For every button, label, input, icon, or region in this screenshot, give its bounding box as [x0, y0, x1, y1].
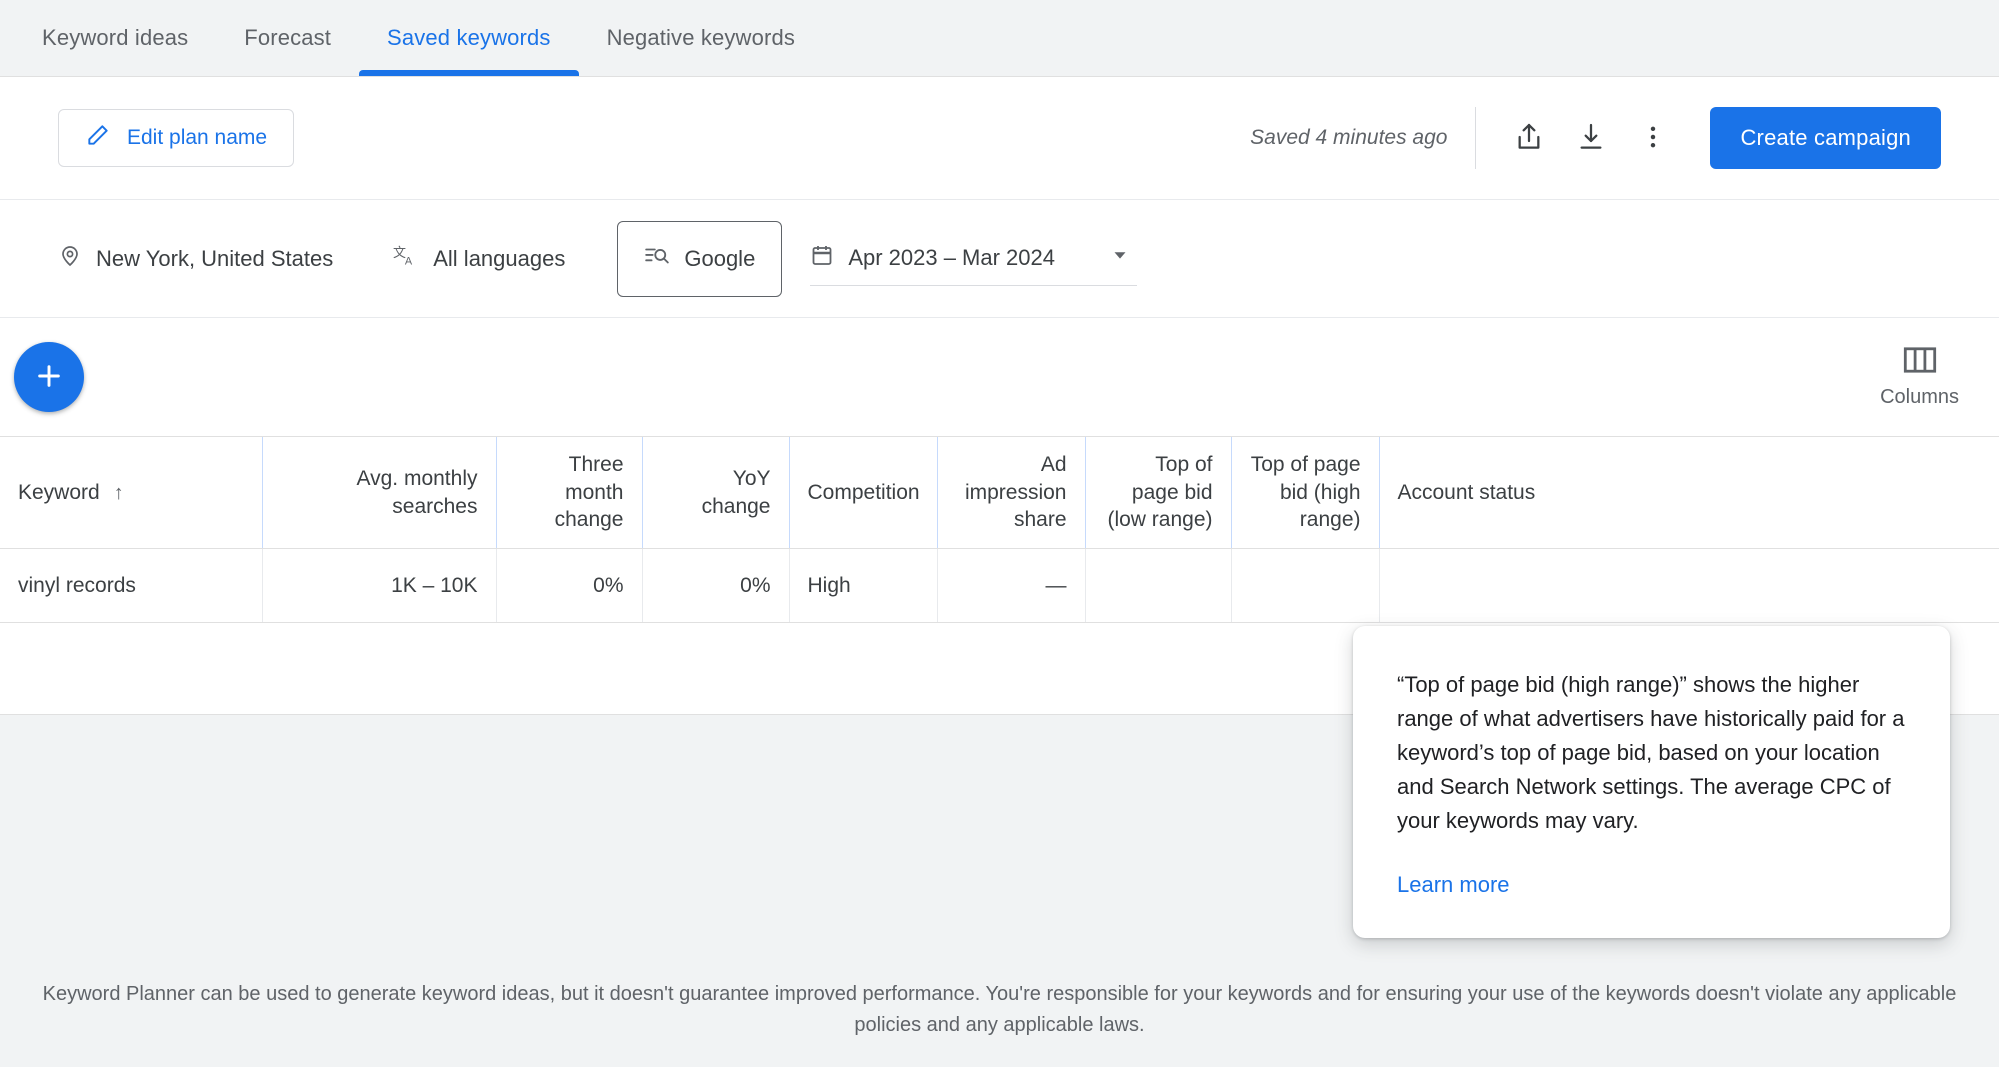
cell-top-of-page-bid-low: [1084, 548, 1231, 623]
network-filter[interactable]: Google: [617, 220, 783, 297]
tab-keyword-ideas[interactable]: Keyword ideas: [14, 0, 216, 76]
edit-plan-name-button[interactable]: Edit plan name: [58, 109, 295, 167]
sort-ascending-icon: ↑: [113, 481, 124, 504]
location-filter[interactable]: New York, United States: [58, 244, 333, 274]
download-button[interactable]: [1560, 107, 1622, 169]
plus-icon: [33, 360, 65, 395]
date-range-filter[interactable]: Apr 2023 – Mar 2024: [810, 232, 1138, 286]
keyword-planner-page: Keyword ideas Forecast Saved keywords Ne…: [0, 0, 1999, 1067]
date-range-label: Apr 2023 – Mar 2024: [848, 245, 1056, 270]
search-network-icon: [644, 243, 670, 275]
tab-negative-keywords[interactable]: Negative keywords: [579, 0, 823, 76]
table-row[interactable]: vinyl records 1K – 10K 0% 0% High —: [0, 548, 1999, 623]
cell-yoy-change: 0%: [641, 548, 789, 623]
share-icon: [1513, 121, 1545, 156]
table-header-row: Keyword ↑ Avg. monthly searches Three mon…: [0, 436, 1999, 549]
column-help-tooltip: “Top of page bid (high range)” shows the…: [1353, 626, 1950, 939]
column-header-account-status[interactable]: Account status: [1378, 436, 1999, 549]
calendar-icon: [810, 242, 834, 274]
tooltip-body: “Top of page bid (high range)” shows the…: [1397, 672, 1905, 834]
cell-top-of-page-bid-high: [1230, 548, 1379, 623]
svg-text:A: A: [405, 255, 413, 267]
cell-keyword: vinyl records: [0, 548, 262, 623]
tab-label: Forecast: [244, 25, 332, 50]
saved-status-text: Saved 4 minutes ago: [1250, 126, 1448, 149]
share-button[interactable]: [1498, 107, 1560, 169]
pencil-icon: [85, 122, 111, 154]
create-campaign-button[interactable]: Create campaign: [1710, 107, 1941, 169]
cell-three-month-change: 0%: [495, 548, 642, 623]
column-header-avg-monthly-searches[interactable]: Avg. monthly searches: [261, 436, 496, 549]
language-filter[interactable]: 文 A All languages: [393, 243, 565, 275]
filter-bar: New York, United States 文 A All language…: [0, 200, 1999, 318]
disclaimer-footer: Keyword Planner can be used to generate …: [0, 979, 1999, 1067]
more-vert-icon: [1639, 123, 1667, 154]
chevron-down-icon: [1069, 244, 1131, 272]
language-filter-label: All languages: [433, 245, 566, 271]
column-header-top-of-page-bid-low[interactable]: Top of page bid (low range): [1084, 436, 1231, 549]
columns-icon: [1903, 346, 1937, 380]
keywords-table: Keyword ↑ Avg. monthly searches Three mon…: [0, 436, 1999, 623]
tab-label: Keyword ideas: [42, 25, 189, 50]
translate-icon: 文 A: [393, 243, 419, 275]
column-header-competition[interactable]: Competition: [788, 436, 937, 549]
plan-card: Edit plan name Saved 4 minutes ago Creat…: [0, 76, 1999, 715]
learn-more-link[interactable]: Learn more: [1397, 872, 1510, 898]
cell-competition: High: [788, 548, 937, 623]
column-header-three-month-change[interactable]: Three month change: [495, 436, 642, 549]
tab-label: Saved keywords: [387, 25, 551, 50]
disclaimer-text: Keyword Planner can be used to generate …: [42, 983, 1957, 1036]
download-icon: [1575, 121, 1607, 156]
column-label: Keyword: [18, 480, 100, 504]
cell-ad-impression-share: —: [936, 548, 1085, 623]
location-pin-icon: [58, 244, 82, 274]
column-header-keyword[interactable]: Keyword ↑: [0, 436, 262, 549]
tab-forecast[interactable]: Forecast: [216, 0, 359, 76]
location-filter-label: New York, United States: [96, 245, 334, 271]
plan-toolbar: Edit plan name Saved 4 minutes ago Creat…: [0, 77, 1999, 200]
column-header-top-of-page-bid-high[interactable]: Top of page bid (high range): [1230, 436, 1379, 549]
more-options-button[interactable]: [1622, 107, 1684, 169]
toolbar-divider: [1475, 107, 1477, 169]
table-actions-row: Columns: [0, 318, 1999, 436]
add-keyword-button[interactable]: [14, 342, 84, 412]
column-header-yoy-change[interactable]: YoY change: [641, 436, 789, 549]
cell-avg-monthly-searches: 1K – 10K: [261, 548, 496, 623]
column-header-ad-impression-share[interactable]: Ad impression share: [936, 436, 1085, 549]
edit-plan-name-label: Edit plan name: [127, 126, 268, 149]
tab-bar: Keyword ideas Forecast Saved keywords Ne…: [0, 0, 1999, 76]
columns-label: Columns: [1880, 385, 1959, 408]
tab-label: Negative keywords: [606, 25, 795, 50]
columns-button[interactable]: Columns: [1880, 346, 1959, 409]
cell-account-status: [1378, 548, 1999, 623]
network-filter-label: Google: [684, 245, 756, 271]
tab-saved-keywords[interactable]: Saved keywords: [359, 0, 579, 76]
